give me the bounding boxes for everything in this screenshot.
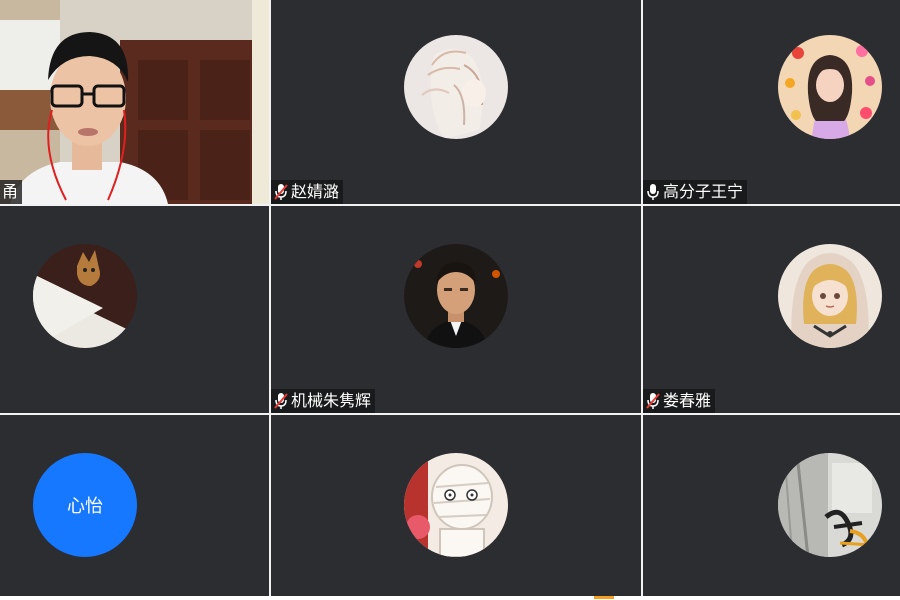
participant-name: 娄春雅 [663, 391, 712, 410]
participant-tile[interactable]: 机械朱隽辉 [271, 206, 641, 413]
participant-name: 赵婧潞 [291, 182, 340, 201]
participant-tile[interactable]: 高分子王宁 [643, 0, 900, 204]
participant-tile[interactable] [643, 415, 900, 596]
participant-tile-video[interactable]: 甬 [0, 0, 269, 204]
participant-tile[interactable]: 心怡 [0, 415, 269, 596]
participant-text-avatar: 心怡 [33, 453, 137, 557]
participant-tile[interactable]: 娄春雅 [643, 206, 900, 413]
participant-avatar [404, 35, 508, 139]
bottom-edge [0, 596, 900, 600]
mic-muted-icon [273, 392, 289, 410]
participant-name: 高分子王宁 [663, 182, 744, 201]
participant-avatar [778, 244, 882, 348]
participant-name-tag: 机械朱隽辉 [271, 389, 376, 413]
participant-name: 机械朱隽辉 [291, 391, 372, 410]
participant-name-tag: 娄春雅 [643, 389, 716, 413]
mic-icon [645, 183, 661, 201]
participant-name-tag: 甬 [0, 180, 23, 204]
participant-tile[interactable] [0, 206, 269, 413]
participant-tile[interactable] [271, 415, 641, 596]
participant-name-tag: 高分子王宁 [643, 180, 748, 204]
avatar-initials: 心怡 [67, 496, 103, 517]
participant-avatar [33, 244, 137, 348]
active-speaker-indicator [594, 596, 614, 599]
mic-muted-icon [645, 392, 661, 410]
mic-muted-icon [273, 183, 289, 201]
participant-avatar [778, 35, 882, 139]
camera-feed [0, 0, 269, 204]
participant-avatar [404, 453, 508, 557]
participant-avatar [404, 244, 508, 348]
participant-tile[interactable]: 赵婧潞 [271, 0, 641, 204]
video-grid: 甬 赵婧潞 高分子王宁 机械朱隽辉 娄春雅 心怡 [0, 0, 900, 596]
participant-name-fragment: 甬 [2, 182, 19, 201]
participant-name-tag: 赵婧潞 [271, 180, 344, 204]
participant-avatar [778, 453, 882, 557]
